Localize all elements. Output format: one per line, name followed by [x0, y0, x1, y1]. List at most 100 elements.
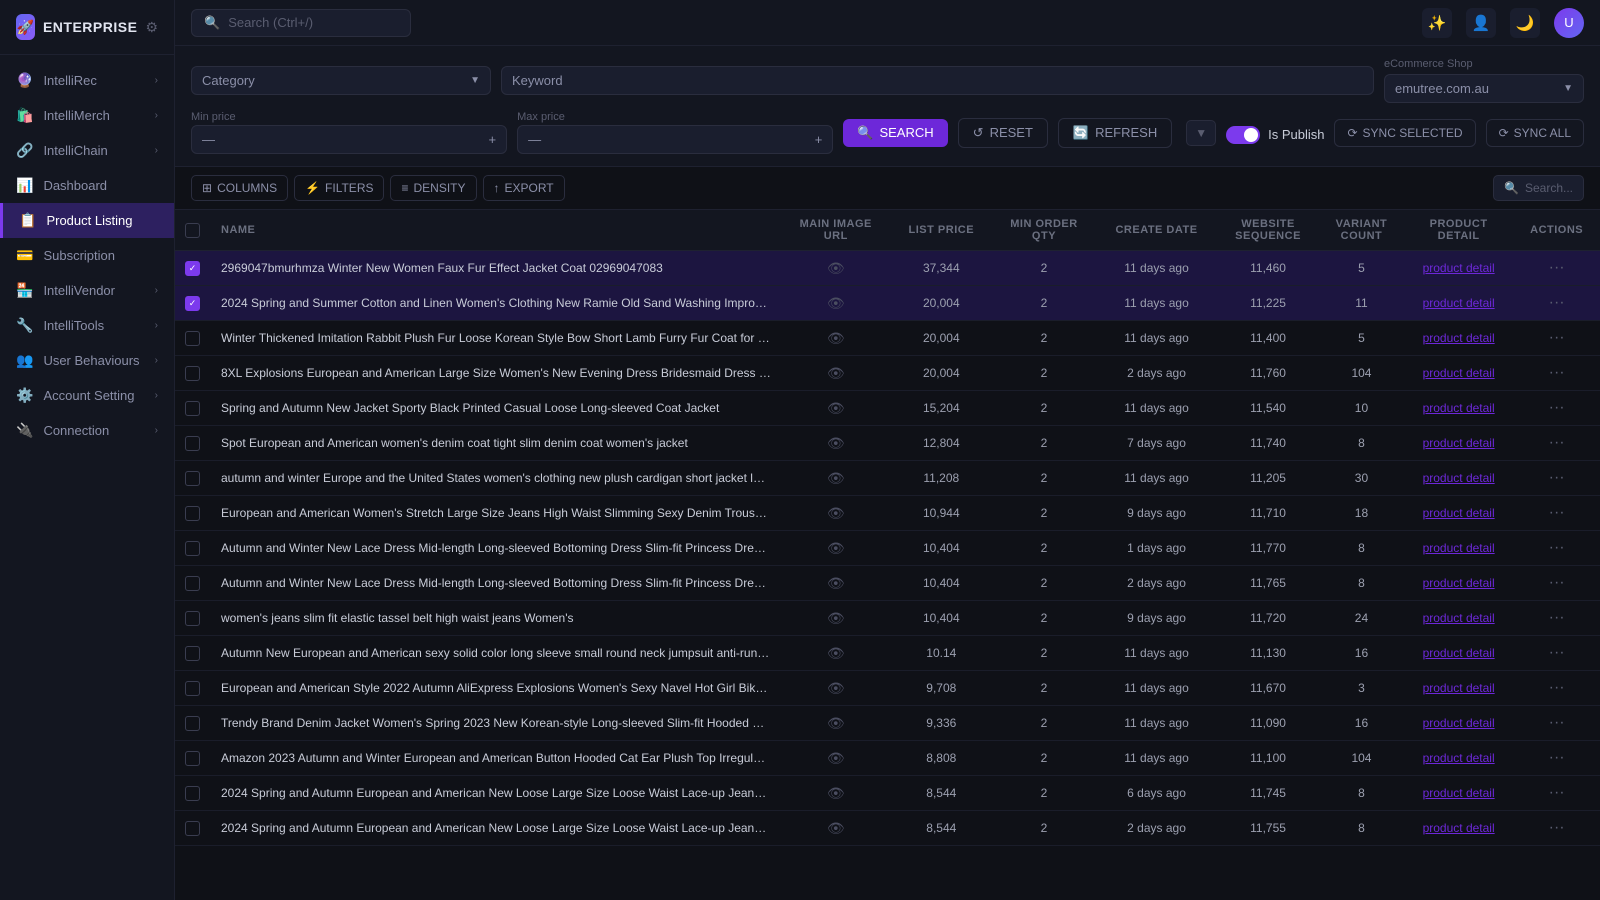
row-actions-menu[interactable]: ··· — [1544, 712, 1570, 733]
eye-icon[interactable]: 👁 — [827, 575, 845, 591]
row-actions-menu[interactable]: ··· — [1544, 817, 1570, 838]
shop-select[interactable]: emutree.com.au ▼ — [1384, 74, 1584, 103]
sidebar-item-account-setting[interactable]: ⚙️ Account Setting › — [0, 378, 174, 413]
publish-toggle[interactable] — [1226, 126, 1260, 144]
sync-all-button[interactable]: ⟳ SYNC ALL — [1486, 119, 1584, 147]
row-checkbox[interactable] — [185, 576, 200, 591]
row-actions-menu[interactable]: ··· — [1544, 572, 1570, 593]
eye-icon[interactable]: 👁 — [827, 400, 845, 416]
product-detail-link[interactable]: product detail — [1423, 471, 1495, 485]
product-detail-link[interactable]: product detail — [1423, 261, 1495, 275]
max-price-input[interactable]: — + — [517, 125, 833, 154]
eye-icon[interactable]: 👁 — [827, 750, 845, 766]
product-detail-link[interactable]: product detail — [1423, 541, 1495, 555]
product-detail-link[interactable]: product detail — [1423, 751, 1495, 765]
eye-icon[interactable]: 👁 — [827, 785, 845, 801]
eye-icon[interactable]: 👁 — [827, 260, 845, 276]
sidebar-item-intellitools[interactable]: 🔧 IntelliTools › — [0, 308, 174, 343]
sidebar-item-intellimerch[interactable]: 🛍️ IntelliMerch › — [0, 98, 174, 133]
eye-icon[interactable]: 👁 — [827, 505, 845, 521]
row-actions-menu[interactable]: ··· — [1544, 782, 1570, 803]
filters-button[interactable]: ⚡ FILTERS — [294, 175, 384, 201]
row-checkbox[interactable] — [185, 541, 200, 556]
row-checkbox[interactable] — [185, 401, 200, 416]
row-actions-menu[interactable]: ··· — [1544, 327, 1570, 348]
product-detail-link[interactable]: product detail — [1423, 296, 1495, 310]
row-actions-menu[interactable]: ··· — [1544, 432, 1570, 453]
row-actions-menu[interactable]: ··· — [1544, 397, 1570, 418]
product-detail-link[interactable]: product detail — [1423, 681, 1495, 695]
density-button[interactable]: ≡ DENSITY — [390, 175, 476, 201]
filter-chevron[interactable]: ▼ — [1186, 120, 1216, 146]
row-actions-menu[interactable]: ··· — [1544, 747, 1570, 768]
sidebar-item-dashboard[interactable]: 📊 Dashboard — [0, 168, 174, 203]
eye-icon[interactable]: 👁 — [827, 610, 845, 626]
min-price-input[interactable]: — + — [191, 125, 507, 154]
product-detail-link[interactable]: product detail — [1423, 611, 1495, 625]
settings-icon[interactable]: ⚙ — [145, 19, 158, 36]
product-detail-link[interactable]: product detail — [1423, 646, 1495, 660]
global-search[interactable]: 🔍 Search (Ctrl+/) — [191, 9, 411, 37]
row-checkbox[interactable] — [185, 471, 200, 486]
eye-icon[interactable]: 👁 — [827, 330, 845, 346]
eye-icon[interactable]: 👁 — [827, 820, 845, 836]
eye-icon[interactable]: 👁 — [827, 680, 845, 696]
row-checkbox[interactable] — [185, 506, 200, 521]
sync-selected-button[interactable]: ⟳ SYNC SELECTED — [1334, 119, 1475, 147]
sidebar-item-product-listing[interactable]: 📋 Product Listing — [0, 203, 174, 238]
refresh-button[interactable]: 🔄 REFRESH — [1058, 118, 1172, 148]
eye-icon[interactable]: 👁 — [827, 715, 845, 731]
sidebar-item-intellichain[interactable]: 🔗 IntelliChain › — [0, 133, 174, 168]
search-button[interactable]: 🔍 SEARCH — [843, 119, 947, 147]
row-checkbox[interactable] — [185, 261, 200, 276]
row-checkbox[interactable] — [185, 611, 200, 626]
row-actions-menu[interactable]: ··· — [1544, 677, 1570, 698]
row-actions-menu[interactable]: ··· — [1544, 502, 1570, 523]
product-detail-link[interactable]: product detail — [1423, 576, 1495, 590]
row-checkbox[interactable] — [185, 681, 200, 696]
row-checkbox[interactable] — [185, 296, 200, 311]
row-actions-menu[interactable]: ··· — [1544, 362, 1570, 383]
category-select[interactable]: Category ▼ — [191, 66, 491, 95]
row-actions-menu[interactable]: ··· — [1544, 257, 1570, 278]
row-checkbox[interactable] — [185, 821, 200, 836]
user-settings-icon-btn[interactable]: 👤 — [1466, 8, 1496, 38]
product-detail-link[interactable]: product detail — [1423, 821, 1495, 835]
row-checkbox[interactable] — [185, 786, 200, 801]
sidebar-item-intellivendor[interactable]: 🏪 IntelliVendor › — [0, 273, 174, 308]
export-button[interactable]: ↑ EXPORT — [483, 175, 565, 201]
row-actions-menu[interactable]: ··· — [1544, 537, 1570, 558]
sparkle-icon-btn[interactable]: ✨ — [1422, 8, 1452, 38]
product-detail-link[interactable]: product detail — [1423, 436, 1495, 450]
eye-icon[interactable]: 👁 — [827, 295, 845, 311]
columns-button[interactable]: ⊞ COLUMNS — [191, 175, 288, 201]
eye-icon[interactable]: 👁 — [827, 435, 845, 451]
sidebar-item-connection[interactable]: 🔌 Connection › — [0, 413, 174, 448]
eye-icon[interactable]: 👁 — [827, 365, 845, 381]
product-detail-link[interactable]: product detail — [1423, 506, 1495, 520]
keyword-select[interactable]: Keyword — [501, 66, 1374, 95]
select-all-checkbox[interactable] — [185, 223, 200, 238]
row-actions-menu[interactable]: ··· — [1544, 292, 1570, 313]
row-actions-menu[interactable]: ··· — [1544, 607, 1570, 628]
product-detail-link[interactable]: product detail — [1423, 716, 1495, 730]
product-detail-link[interactable]: product detail — [1423, 786, 1495, 800]
eye-icon[interactable]: 👁 — [827, 470, 845, 486]
eye-icon[interactable]: 👁 — [827, 645, 845, 661]
product-detail-link[interactable]: product detail — [1423, 331, 1495, 345]
row-checkbox[interactable] — [185, 646, 200, 661]
row-checkbox[interactable] — [185, 716, 200, 731]
row-checkbox[interactable] — [185, 366, 200, 381]
moon-icon-btn[interactable]: 🌙 — [1510, 8, 1540, 38]
reset-button[interactable]: ↺ RESET — [958, 118, 1048, 148]
table-search[interactable]: 🔍 Search... — [1493, 175, 1584, 201]
sidebar-item-intellirec[interactable]: 🔮 IntelliRec › — [0, 63, 174, 98]
row-checkbox[interactable] — [185, 436, 200, 451]
row-checkbox[interactable] — [185, 751, 200, 766]
eye-icon[interactable]: 👁 — [827, 540, 845, 556]
row-actions-menu[interactable]: ··· — [1544, 642, 1570, 663]
product-detail-link[interactable]: product detail — [1423, 401, 1495, 415]
user-avatar[interactable]: U — [1554, 8, 1584, 38]
sidebar-item-user-behaviours[interactable]: 👥 User Behaviours › — [0, 343, 174, 378]
row-checkbox[interactable] — [185, 331, 200, 346]
